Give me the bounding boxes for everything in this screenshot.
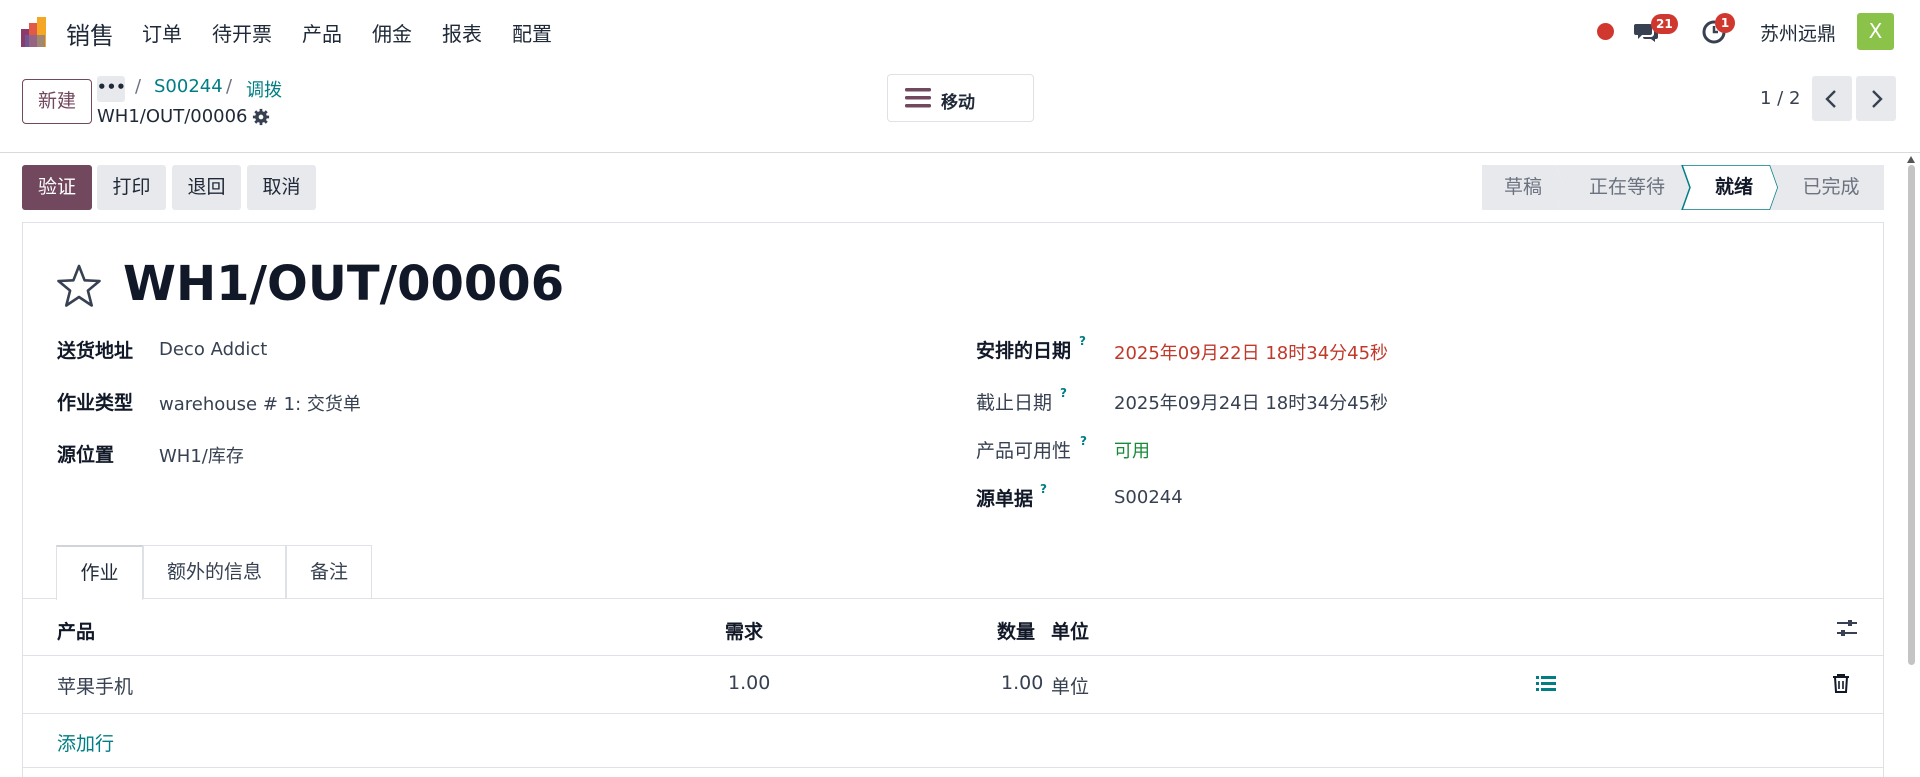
label-source-document: 源单据	[976, 488, 1034, 510]
help-tooltip-icon[interactable]: ?	[1040, 482, 1047, 496]
record-name: WH1/OUT/00006	[97, 106, 248, 127]
cancel-button[interactable]: 取消	[247, 165, 316, 210]
scroll-up-arrow-icon[interactable]	[1907, 156, 1915, 163]
move-button-label: 移动	[941, 93, 975, 113]
user-avatar[interactable]: X	[1857, 13, 1894, 50]
trash-icon[interactable]	[1832, 673, 1850, 693]
breadcrumb-sale-order[interactable]: S00244	[154, 76, 223, 97]
breadcrumb-more-button[interactable]: •••	[97, 76, 126, 102]
print-button[interactable]: 打印	[97, 165, 166, 210]
return-button[interactable]: 退回	[172, 165, 241, 210]
label-delivery-address: 送货地址	[57, 340, 134, 362]
menu-products[interactable]: 产品	[302, 18, 342, 47]
col-header-quantity[interactable]: 数量	[997, 617, 1035, 644]
activities-badge: 1	[1715, 13, 1735, 33]
menu-configuration[interactable]: 配置	[512, 18, 552, 47]
col-header-demand[interactable]: 需求	[725, 617, 763, 644]
star-icon[interactable]	[56, 263, 102, 309]
sales-app-icon[interactable]	[21, 15, 53, 47]
table-header-divider	[22, 655, 1884, 656]
move-button[interactable]: 移动	[887, 74, 1034, 122]
tab-operations[interactable]: 作业	[56, 545, 143, 600]
label-source-location: 源位置	[57, 444, 115, 466]
label-scheduled-date: 安排的日期	[976, 340, 1072, 362]
pager-previous-button[interactable]	[1812, 76, 1852, 121]
pager-value[interactable]: 1 / 2	[1760, 88, 1800, 109]
label-product-availability: 产品可用性	[976, 440, 1072, 462]
stage-done[interactable]: 已完成	[1778, 165, 1884, 210]
field-operation-type[interactable]: warehouse # 1: 交货单	[159, 390, 361, 416]
optional-columns-icon[interactable]	[1836, 618, 1858, 638]
menu-orders[interactable]: 订单	[142, 18, 182, 47]
stage-ready[interactable]: 就绪	[1690, 165, 1778, 210]
menu-to-invoice[interactable]: 待开票	[212, 18, 272, 47]
cell-quantity[interactable]: 1.00	[1001, 672, 1043, 694]
field-source-document[interactable]: S00244	[1114, 487, 1183, 508]
menu-reporting[interactable]: 报表	[442, 18, 482, 47]
new-button[interactable]: 新建	[22, 79, 92, 124]
validate-button[interactable]: 验证	[22, 165, 92, 210]
field-scheduled-date[interactable]: 2025年09月22日 18时34分45秒	[1114, 339, 1388, 365]
app-name[interactable]: 销售	[66, 16, 114, 51]
breadcrumb-separator: /	[135, 76, 142, 97]
cell-product[interactable]: 苹果手机	[57, 672, 133, 699]
status-dot-icon[interactable]	[1597, 23, 1614, 40]
chevron-left-icon	[1825, 90, 1836, 108]
record-title: WH1/OUT/00006	[123, 256, 565, 312]
hamburger-icon	[905, 88, 931, 108]
cell-demand[interactable]: 1.00	[728, 672, 770, 694]
tab-additional-info[interactable]: 额外的信息	[143, 545, 286, 598]
help-tooltip-icon[interactable]: ?	[1079, 334, 1086, 348]
table-row-divider	[22, 713, 1884, 714]
gear-icon[interactable]	[252, 108, 270, 126]
scrollbar-thumb[interactable]	[1908, 165, 1915, 665]
field-product-availability: 可用	[1114, 441, 1150, 462]
cell-unit[interactable]: 单位	[1051, 672, 1089, 699]
tab-note[interactable]: 备注	[286, 545, 372, 598]
menu-commission[interactable]: 佣金	[372, 18, 412, 47]
messages-badge: 21	[1651, 14, 1678, 34]
breadcrumb-transfers[interactable]: 调拨	[246, 76, 282, 102]
table-bottom-divider	[22, 767, 1884, 768]
field-delivery-address[interactable]: Deco Addict	[159, 339, 267, 360]
help-tooltip-icon[interactable]: ?	[1080, 434, 1087, 448]
company-switcher[interactable]: 苏州远鼎	[1760, 19, 1836, 46]
control-panel-divider	[0, 152, 1920, 153]
add-line-link[interactable]: 添加行	[57, 729, 114, 756]
field-source-location[interactable]: WH1/库存	[159, 442, 244, 468]
stage-waiting[interactable]: 正在等待	[1564, 165, 1690, 210]
pager-next-button[interactable]	[1856, 76, 1896, 121]
field-deadline[interactable]: 2025年09月24日 18时34分45秒	[1114, 389, 1388, 415]
chevron-right-icon	[1872, 90, 1883, 108]
stage-draft[interactable]: 草稿	[1482, 165, 1564, 210]
main-menu: 订单 待开票 产品 佣金 报表 配置	[142, 18, 582, 47]
tabs-divider	[22, 598, 1884, 599]
label-deadline: 截止日期	[976, 392, 1053, 414]
detailed-operations-icon[interactable]	[1536, 675, 1556, 693]
help-tooltip-icon[interactable]: ?	[1060, 386, 1067, 400]
breadcrumb-separator: /	[226, 76, 233, 97]
top-navbar: 销售 订单 待开票 产品 佣金 报表 配置 21 1 苏州远鼎 X	[0, 0, 1920, 63]
col-header-unit[interactable]: 单位	[1051, 617, 1089, 644]
label-operation-type: 作业类型	[57, 392, 134, 414]
col-header-product[interactable]: 产品	[57, 617, 95, 644]
